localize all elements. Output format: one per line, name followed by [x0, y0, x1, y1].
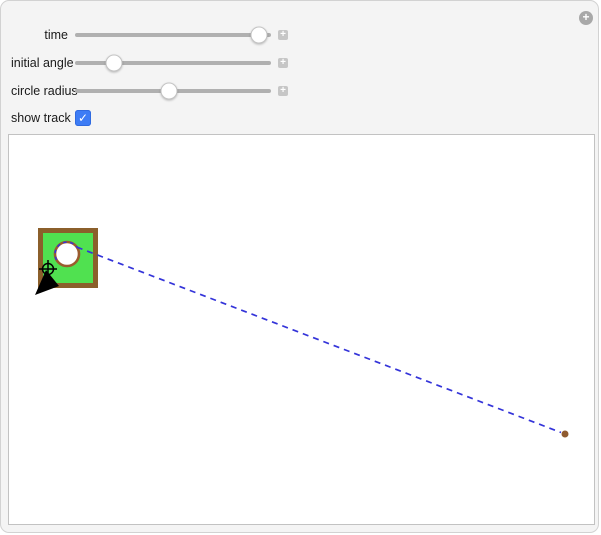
- control-row-show-track: show track ✓: [11, 104, 91, 132]
- show-track-label: show track: [11, 111, 71, 125]
- options-button[interactable]: +: [579, 11, 593, 25]
- plus-circle-icon: +: [582, 10, 590, 24]
- initial-angle-label: initial angle: [11, 56, 74, 70]
- graphics-canvas: [8, 134, 595, 525]
- manipulate-panel: + time + initial angle + circle radius +…: [0, 0, 599, 533]
- control-row-initial-angle: initial angle +: [11, 49, 288, 77]
- initial-angle-slider-thumb[interactable]: [105, 54, 123, 72]
- control-row-circle-radius: circle radius +: [11, 77, 288, 105]
- initial-angle-expander-button[interactable]: +: [278, 58, 288, 68]
- plus-icon: +: [280, 57, 286, 68]
- track-line: [76, 246, 562, 434]
- plus-icon: +: [280, 29, 286, 40]
- circle-radius-slider-thumb[interactable]: [160, 82, 178, 100]
- check-icon: ✓: [77, 111, 89, 125]
- circle-radius-slider[interactable]: [75, 82, 271, 100]
- control-row-time: time +: [11, 21, 288, 49]
- time-slider[interactable]: [75, 26, 271, 44]
- circle-radius-label: circle radius: [11, 84, 78, 98]
- time-slider-thumb[interactable]: [250, 26, 268, 44]
- time-expander-button[interactable]: +: [278, 30, 288, 40]
- plus-icon: +: [280, 85, 286, 96]
- time-label: time: [44, 28, 68, 42]
- initial-angle-slider[interactable]: [75, 54, 271, 72]
- circle-radius-expander-button[interactable]: +: [278, 86, 288, 96]
- particle-dot: [561, 430, 569, 438]
- show-track-checkbox[interactable]: ✓: [75, 110, 91, 126]
